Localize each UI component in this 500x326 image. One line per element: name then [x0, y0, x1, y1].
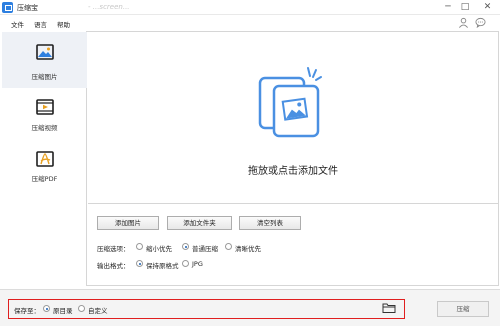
feedback-icon[interactable] [475, 17, 486, 28]
radio-label: 缩小优先 [146, 245, 172, 253]
close-button[interactable]: ✕ [475, 0, 500, 15]
output-format-label: 输出格式： [97, 262, 130, 270]
file-drop-zone[interactable]: 拖放或点击添加文件 [88, 32, 498, 204]
user-icon[interactable] [458, 17, 469, 28]
radio-label: 普通压缩 [192, 245, 218, 253]
radio-jpg[interactable] [182, 260, 189, 267]
video-icon [36, 99, 54, 115]
radio-label: 自定义 [88, 307, 108, 315]
radio-quality-priority[interactable] [225, 243, 232, 250]
sidebar-item-compress-image[interactable]: 压缩图片 [2, 32, 87, 88]
radio-label: 清晰优先 [235, 245, 261, 253]
window-title: 压缩宝 [17, 4, 38, 12]
sidebar-item-compress-video[interactable]: 压缩视频 [2, 91, 87, 143]
radio-original-dir[interactable] [43, 305, 50, 312]
compress-button[interactable]: 压缩 [437, 301, 489, 317]
minimize-button[interactable]: ─ [440, 0, 456, 15]
menu-file[interactable]: 文件 [11, 19, 24, 29]
sidebar-item-label: 压缩视频 [31, 124, 58, 132]
sidebar: 压缩图片 压缩视频 压缩PDF [2, 31, 87, 286]
sidebar-item-compress-pdf[interactable]: 压缩PDF [2, 145, 87, 197]
pdf-icon [36, 151, 54, 167]
save-to-label: 保存至： [14, 307, 40, 315]
menu-bar: 文件 语言 帮助 [0, 16, 500, 30]
add-image-illustration-icon [258, 67, 322, 138]
radio-label: 保持原格式 [146, 262, 179, 270]
clear-list-button[interactable]: 清空列表 [239, 216, 301, 230]
sidebar-item-label: 压缩PDF [31, 175, 58, 183]
radio-size-priority[interactable] [136, 243, 143, 250]
title-bar: 压缩宝 - ...screen... ─ □ ✕ [0, 0, 500, 15]
compress-options-label: 压缩选项： [97, 245, 130, 253]
maximize-button[interactable]: □ [457, 0, 473, 15]
menu-language[interactable]: 语言 [34, 19, 47, 29]
menu-help[interactable]: 帮助 [57, 19, 70, 29]
add-folder-button[interactable]: 添加文件夹 [167, 216, 232, 230]
app-logo-icon [2, 2, 13, 13]
radio-label: JPG [192, 260, 203, 268]
sidebar-item-label: 压缩图片 [31, 73, 58, 81]
radio-custom-dir[interactable] [78, 305, 85, 312]
radio-label: 原目录 [53, 307, 73, 315]
radio-normal-compress[interactable] [182, 243, 189, 250]
drop-zone-hint: 拖放或点击添加文件 [248, 166, 338, 177]
radio-keep-format[interactable] [136, 260, 143, 267]
background-ghost-text: - ...screen... [88, 3, 130, 11]
image-icon [36, 44, 54, 60]
folder-icon[interactable] [382, 302, 396, 314]
add-image-button[interactable]: 添加图片 [97, 216, 159, 230]
